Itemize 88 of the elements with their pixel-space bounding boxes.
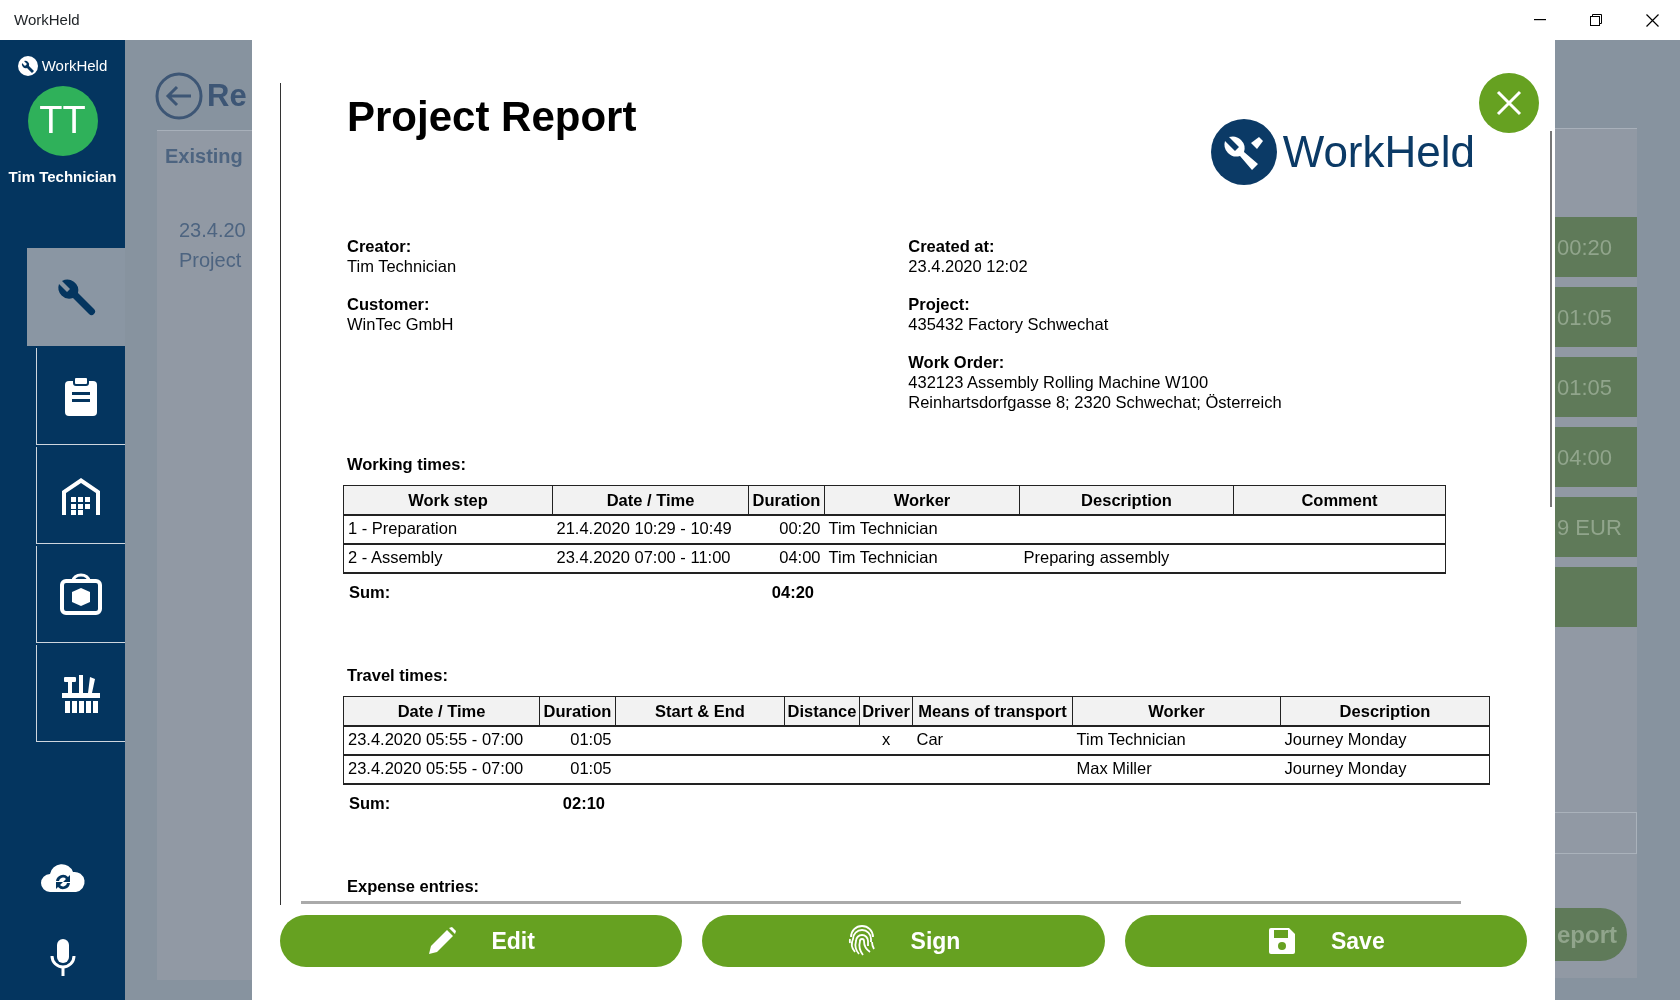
column-header: Description [1280,696,1490,727]
close-icon [1496,90,1522,116]
table-cell: 2 - Assembly [343,544,553,574]
field-value: 432123 Assembly Rolling Machine W100 [908,372,1210,392]
logo-icon [1210,119,1277,185]
microphone-button[interactable] [48,938,77,978]
table-cell: 1 - Preparation [343,515,553,545]
column-header: Date / Time [552,485,749,516]
logo-icon [17,56,38,77]
edit-button[interactable]: Edit [280,915,683,967]
scrollbar[interactable] [1550,131,1552,507]
field-value: 23.4.2020 12:02 [908,256,1029,276]
field-label: Customer: [347,294,431,314]
cloud-sync-icon [39,862,86,894]
section-title: Existing [165,144,244,169]
table-cell: 23.4.2020 07:00 - 11:00 [552,544,749,574]
sync-button[interactable] [39,862,86,894]
close-button[interactable] [1479,73,1539,133]
pencil-icon [427,926,458,956]
sign-button[interactable]: Sign [702,915,1105,967]
table-cell: 01:05 [539,726,616,756]
input-field[interactable] [1555,812,1637,854]
table-cell: 21.4.2020 10:29 - 10:49 [552,515,749,545]
close-icon [1645,13,1659,27]
minimize-icon [1534,19,1546,21]
entry-line: 23.4.20 [179,218,247,243]
restore-icon [1590,14,1602,26]
column-header: Worker [824,485,1020,516]
table-cell: 01:05 [539,755,616,785]
save-button[interactable]: Save [1124,915,1527,967]
sum-value: 04:20 [770,582,814,604]
brand-name: WorkHeld [41,56,108,76]
nav-item[interactable] [36,546,125,643]
field-value: WinTec GmbH [347,314,455,334]
table-cell: Preparing assembly [1019,544,1234,574]
column-header: Worker [1072,696,1281,727]
table-cell: Max Miller [1072,755,1281,785]
window-title: WorkHeld [14,9,80,30]
column-header: Duration [748,485,825,516]
column-header: Driver [859,696,913,727]
sum-value: 02:10 [561,793,605,815]
avatar: TT [27,85,98,156]
report-title: Project Report [347,92,638,142]
column-header: Duration [539,696,616,727]
column-header: Comment [1233,485,1446,516]
table-cell: Journey Monday [1280,755,1490,785]
column-header: Description [1019,485,1234,516]
section-heading: Working times: [347,454,467,475]
table-cell: Tim Technician [824,544,1020,574]
scrollbar[interactable] [301,901,1461,904]
section-heading: Expense entries: [347,876,481,897]
microphone-icon [48,938,77,978]
table-cell: Car [912,726,1073,756]
table-cell: Tim Technician [824,515,1020,545]
logo-text: WorkHeld [1282,126,1475,178]
table-cell: 04:00 [748,544,825,574]
column-header: Start & End [615,696,785,727]
sum-label: Sum: [348,793,392,815]
fingerprint-icon [846,925,877,957]
column-header: Work step [343,485,553,516]
field-label: Creator: [347,236,413,256]
tools-icon [60,673,102,713]
field-label: Work Order: [908,352,1006,372]
table-cell: Tim Technician [1072,726,1281,756]
field-label: Created at: [908,236,996,256]
table-cell: Journey Monday [1280,726,1490,756]
package-icon [59,573,103,615]
user-name: Tim Technician [8,166,117,187]
table-cell: 00:20 [748,515,825,545]
column-header: Date / Time [343,696,540,727]
field-value: 435432 Factory Schwechat [908,314,1110,334]
entry-line: Project [179,248,243,273]
clipboard-icon [63,376,99,416]
warehouse-icon [60,475,102,515]
report-entry[interactable]: 23.4.20 Project [179,215,252,275]
sum-label: Sum: [348,582,392,604]
field-value: Reinhartsdorfgasse 8; 2320 Schwechat; Österreich [908,392,1283,412]
field-label: Project: [908,294,971,314]
field-value: Tim Technician [347,256,458,276]
table-cell: 23.4.2020 05:55 - 07:00 [343,755,540,785]
table-cell: x [859,726,913,756]
column-header: Means of transport [912,696,1073,727]
column-header: Distance [784,696,860,727]
page-title: Re [207,76,247,115]
table-cell: 23.4.2020 05:55 - 07:00 [343,726,540,756]
section-heading: Travel times: [347,665,449,686]
nav-item[interactable] [36,348,125,445]
nav-item[interactable] [36,645,125,742]
